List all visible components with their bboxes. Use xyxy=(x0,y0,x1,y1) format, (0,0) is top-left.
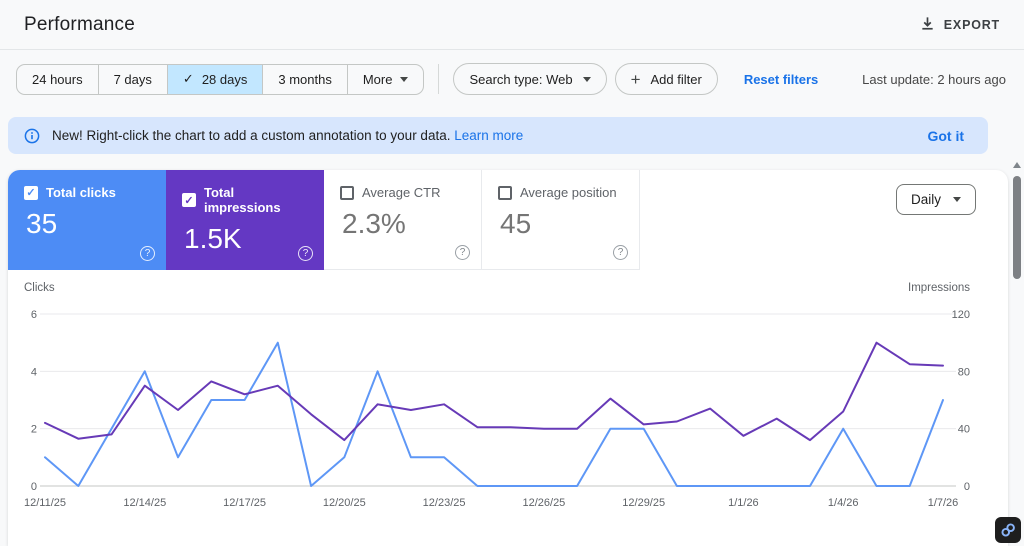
metric-label: Average CTR xyxy=(362,185,441,200)
search-type-button[interactable]: Search type: Web xyxy=(453,63,607,95)
chip-label: 28 days xyxy=(201,71,248,87)
svg-text:0: 0 xyxy=(964,481,970,493)
left-axis-name: Clicks xyxy=(24,282,55,294)
svg-text:1/7/26: 1/7/26 xyxy=(928,497,959,509)
scrollbar[interactable] xyxy=(1011,162,1023,546)
banner-text: New! Right-click the chart to add a cust… xyxy=(52,128,523,143)
tile-total-impressions[interactable]: ✓ Total impressions 1.5K ? xyxy=(166,170,324,270)
chip-28-days[interactable]: ✓ 28 days xyxy=(167,64,264,94)
performance-card: ✓ Total clicks 35 ? ✓ Total impressions … xyxy=(8,170,1008,546)
svg-text:12/26/25: 12/26/25 xyxy=(522,497,565,509)
chip-label: 3 months xyxy=(278,71,332,87)
help-icon[interactable]: ? xyxy=(613,245,628,260)
chevron-down-icon xyxy=(953,197,961,202)
add-filter-label: Add filter xyxy=(650,71,702,87)
checkbox-average-position[interactable] xyxy=(498,185,512,200)
granularity-dropdown[interactable]: Daily xyxy=(895,184,976,215)
right-axis-name: Impressions xyxy=(908,282,970,294)
svg-text:1/4/26: 1/4/26 xyxy=(828,497,859,509)
svg-text:0: 0 xyxy=(31,481,37,493)
last-update-text: Last update: 2 hours ago xyxy=(862,71,1006,87)
chart-axis-names: Clicks Impressions xyxy=(8,282,1008,294)
date-range-group: 24 hours 7 days ✓ 28 days 3 months More xyxy=(16,63,425,95)
metric-label: Total impressions xyxy=(204,185,281,215)
plus-icon: + xyxy=(630,69,641,89)
granularity-label: Daily xyxy=(910,192,941,207)
chip-24-hours[interactable]: 24 hours xyxy=(17,64,99,94)
help-icon[interactable]: ? xyxy=(140,246,155,261)
tile-total-clicks[interactable]: ✓ Total clicks 35 ? xyxy=(8,170,166,270)
svg-text:12/29/25: 12/29/25 xyxy=(622,497,665,509)
chip-label: More xyxy=(362,71,393,87)
help-icon[interactable]: ? xyxy=(455,245,470,260)
banner-message: New! Right-click the chart to add a cust… xyxy=(52,128,451,143)
scrollbar-thumb[interactable] xyxy=(1013,176,1021,279)
link-badge[interactable] xyxy=(995,517,1021,543)
svg-text:40: 40 xyxy=(958,424,970,436)
export-label: EXPORT xyxy=(943,17,1000,32)
chip-label: 24 hours xyxy=(32,71,83,87)
svg-text:12/11/25: 12/11/25 xyxy=(24,497,66,509)
learn-more-link[interactable]: Learn more xyxy=(454,128,523,143)
metric-value: 1.5K xyxy=(184,223,242,254)
svg-text:12/23/25: 12/23/25 xyxy=(423,497,466,509)
svg-text:2: 2 xyxy=(31,424,37,436)
chip-more[interactable]: More xyxy=(348,65,424,94)
svg-text:120: 120 xyxy=(952,309,970,321)
announcement-banner: New! Right-click the chart to add a cust… xyxy=(8,117,988,154)
svg-text:12/20/25: 12/20/25 xyxy=(323,497,366,509)
svg-text:1/1/26: 1/1/26 xyxy=(728,497,759,509)
chip-label: 7 days xyxy=(113,71,152,87)
filter-bar: 24 hours 7 days ✓ 28 days 3 months More … xyxy=(0,50,1024,108)
metric-tiles: ✓ Total clicks 35 ? ✓ Total impressions … xyxy=(8,170,1008,270)
chip-3-months[interactable]: 3 months xyxy=(263,64,348,94)
svg-text:80: 80 xyxy=(958,366,970,378)
checkbox-total-impressions[interactable]: ✓ xyxy=(182,193,196,207)
page-title: Performance xyxy=(24,13,135,35)
export-button[interactable]: EXPORT xyxy=(920,16,1000,34)
checkbox-average-ctr[interactable] xyxy=(340,185,354,200)
chevron-down-icon xyxy=(400,76,409,82)
link-icon xyxy=(1001,523,1015,537)
metric-label: Average position xyxy=(520,185,617,200)
divider xyxy=(438,64,440,94)
svg-text:6: 6 xyxy=(31,309,37,321)
info-icon xyxy=(24,128,40,144)
metric-value: 35 xyxy=(26,208,58,239)
topbar: Performance EXPORT xyxy=(0,0,1024,50)
performance-chart[interactable]: 6 120 4 80 2 40 0 0 12/11/25 12/14/25 12/17/25 12/2… xyxy=(8,296,1008,518)
got-it-button[interactable]: Got it xyxy=(927,128,964,144)
svg-text:12/14/25: 12/14/25 xyxy=(123,497,166,509)
tile-average-position[interactable]: Average position 45 ? xyxy=(482,170,640,270)
metric-value: 45 xyxy=(500,208,532,239)
tile-average-ctr[interactable]: Average CTR 2.3% ? xyxy=(324,170,482,270)
reset-filters-link[interactable]: Reset filters xyxy=(744,72,818,87)
checkbox-total-clicks[interactable]: ✓ xyxy=(24,185,38,200)
help-icon[interactable]: ? xyxy=(298,246,313,261)
metric-label: Total clicks xyxy=(46,185,116,200)
search-type-label: Search type: Web xyxy=(469,71,573,87)
add-filter-button[interactable]: + Add filter xyxy=(614,63,718,95)
metric-value: 2.3% xyxy=(342,208,406,239)
download-icon xyxy=(920,16,935,34)
svg-text:4: 4 xyxy=(31,366,37,378)
scrollbar-up-icon[interactable] xyxy=(1013,162,1021,168)
svg-text:12/17/25: 12/17/25 xyxy=(223,497,266,509)
chip-7-days[interactable]: 7 days xyxy=(99,64,168,94)
chevron-down-icon xyxy=(582,76,591,82)
check-icon: ✓ xyxy=(182,71,194,86)
